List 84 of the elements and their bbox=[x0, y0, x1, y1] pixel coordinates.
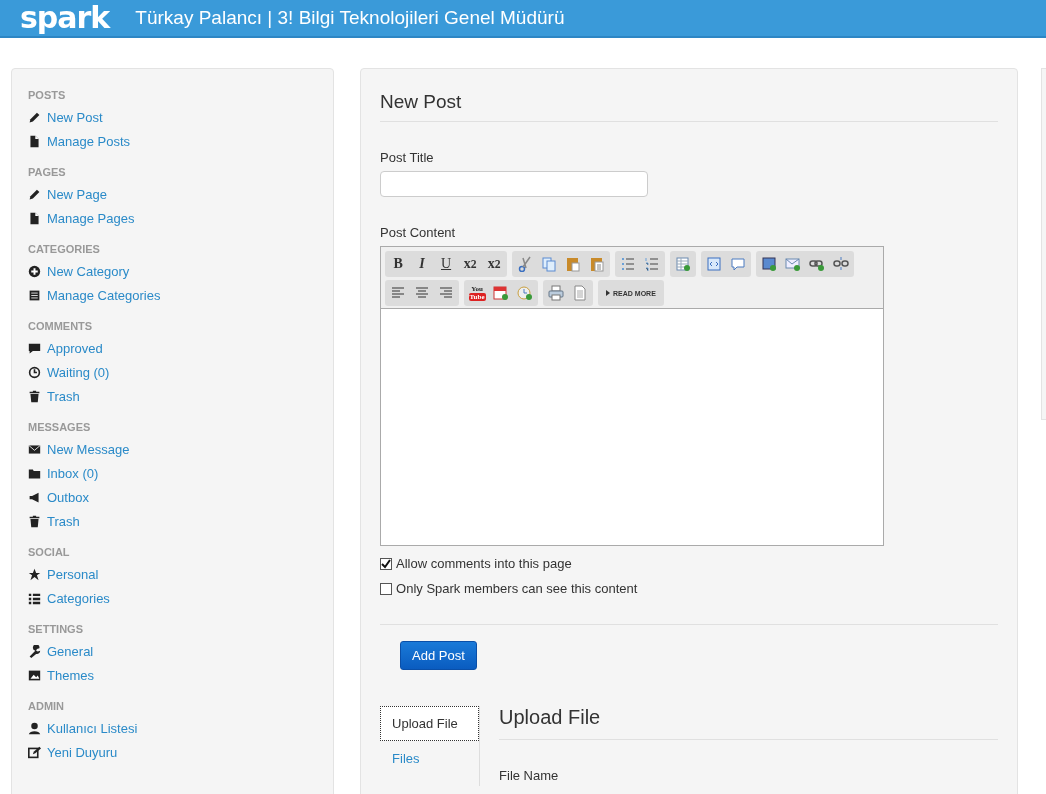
sidebar-link[interactable]: Manage Categories bbox=[47, 287, 161, 303]
plus-circle-icon bbox=[28, 264, 41, 278]
document-icon bbox=[28, 211, 41, 225]
section-heading: SETTINGS bbox=[28, 623, 83, 635]
user-icon bbox=[28, 721, 41, 735]
envelope-icon bbox=[28, 442, 41, 456]
folder-icon bbox=[28, 466, 41, 480]
sidebar-link[interactable]: Waiting (0) bbox=[47, 364, 110, 380]
sidebar-link[interactable]: Categories bbox=[47, 590, 110, 606]
sidebar-link[interactable]: Trash bbox=[47, 513, 80, 529]
header-title: Türkay Palancı | 3! Bilgi Teknolojileri Genel Müdürü bbox=[135, 7, 565, 29]
document-icon bbox=[28, 134, 41, 148]
sidebar-link[interactable]: New Category bbox=[47, 263, 130, 279]
sidebar-link[interactable]: New Message bbox=[47, 441, 130, 457]
bullet-list-icon bbox=[620, 256, 637, 272]
calendar-add-icon bbox=[493, 285, 510, 301]
sidebar-link[interactable]: Approved bbox=[47, 340, 103, 356]
section-heading: COMMENTS bbox=[28, 320, 93, 332]
sidebar-link[interactable]: New Page bbox=[47, 186, 107, 202]
format-button[interactable]: B bbox=[387, 253, 410, 275]
speech-bubble-icon bbox=[730, 256, 747, 272]
sidebar-link[interactable]: General bbox=[47, 643, 94, 659]
grid-list-icon bbox=[28, 591, 41, 605]
megaphone-icon bbox=[28, 490, 41, 504]
field-label: Post Content bbox=[380, 225, 457, 240]
pencil-icon bbox=[28, 110, 41, 124]
clock-add-icon bbox=[517, 285, 534, 301]
copy-icon bbox=[541, 256, 558, 272]
field-label: Post Title bbox=[380, 150, 435, 165]
post-title-field[interactable] bbox=[380, 171, 649, 197]
tab[interactable]: Upload File bbox=[380, 706, 480, 741]
sidebar-link[interactable]: Kullanıcı Listesi bbox=[47, 720, 138, 736]
checkbox-label: Only Spark members can see this content bbox=[396, 581, 638, 596]
mail-add-icon bbox=[785, 256, 802, 272]
unlink-icon bbox=[833, 256, 850, 272]
checkbox-label: Allow comments into this page bbox=[396, 556, 572, 571]
trash-icon bbox=[28, 514, 41, 528]
sidebar-link[interactable]: New Post bbox=[47, 109, 103, 125]
image-add-icon bbox=[761, 256, 778, 272]
section-heading: CATEGORIES bbox=[28, 243, 100, 255]
align-center-icon bbox=[414, 285, 431, 301]
trash-icon bbox=[28, 389, 41, 403]
sidebar-link[interactable]: Yeni Duyuru bbox=[47, 744, 118, 760]
wrench-icon bbox=[28, 644, 41, 658]
clipboard-icon bbox=[565, 256, 582, 272]
sidebar-link[interactable]: Trash bbox=[47, 388, 80, 404]
logo[interactable]: spark bbox=[20, 0, 110, 36]
section-heading: SOCIAL bbox=[28, 546, 70, 558]
table-add-icon bbox=[675, 256, 692, 272]
page-title: New Post bbox=[380, 91, 998, 122]
code-icon bbox=[706, 256, 723, 272]
pencil-icon bbox=[28, 187, 41, 201]
format-button[interactable]: I bbox=[411, 253, 434, 275]
add-post-button[interactable]: Add Post bbox=[400, 641, 477, 670]
page-icon bbox=[572, 285, 589, 301]
tab[interactable]: Files bbox=[380, 741, 480, 776]
sidebar-link[interactable]: Personal bbox=[47, 566, 99, 582]
picture-icon bbox=[28, 668, 41, 682]
star-icon bbox=[28, 567, 41, 581]
clipboard-icon bbox=[589, 256, 606, 272]
printer-icon bbox=[548, 285, 565, 301]
list-icon bbox=[28, 288, 41, 302]
sidebar-link[interactable]: Manage Pages bbox=[47, 210, 135, 226]
section-title: Upload File bbox=[499, 706, 998, 740]
section-heading: POSTS bbox=[28, 89, 66, 101]
edit-icon bbox=[28, 745, 41, 759]
align-left-icon bbox=[390, 285, 407, 301]
section-heading: PAGES bbox=[28, 166, 66, 178]
scissors-icon bbox=[517, 256, 534, 272]
triangle-icon bbox=[606, 290, 611, 296]
sidebar-link[interactable]: Themes bbox=[47, 667, 94, 683]
numbered-list-icon bbox=[644, 256, 661, 272]
checkbox[interactable] bbox=[380, 557, 393, 570]
field-label: File Name bbox=[499, 768, 560, 783]
section-heading: MESSAGES bbox=[28, 421, 91, 433]
clock-icon bbox=[28, 365, 41, 379]
align-right-icon bbox=[438, 285, 455, 301]
sidebar-link[interactable]: Manage Posts bbox=[47, 133, 131, 149]
checkbox[interactable] bbox=[380, 582, 393, 595]
comment-icon bbox=[28, 341, 41, 355]
section-heading: ADMIN bbox=[28, 700, 65, 712]
format-button[interactable]: U bbox=[435, 253, 458, 275]
sidebar-link[interactable]: Inbox (0) bbox=[47, 465, 99, 481]
sidebar-link[interactable]: Outbox bbox=[47, 489, 89, 505]
